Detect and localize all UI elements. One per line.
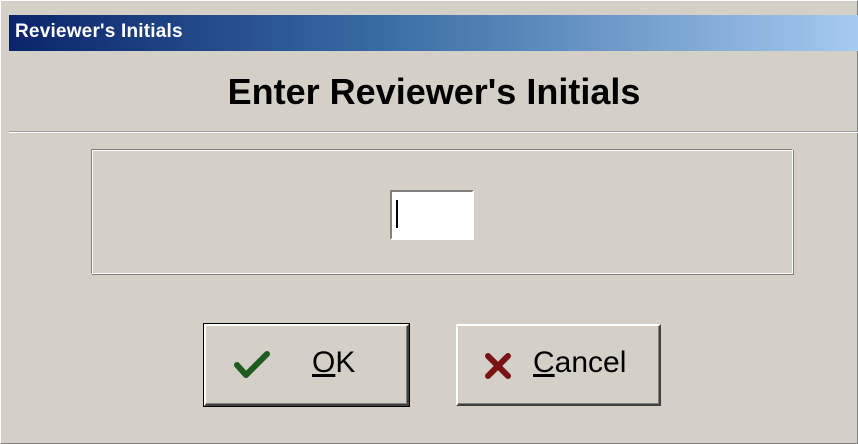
- cancel-mnemonic: C: [533, 346, 555, 379]
- header-band: Enter Reviewer's Initials: [9, 51, 858, 132]
- cancel-label-rest: ancel: [554, 346, 627, 379]
- text-caret: [396, 200, 398, 228]
- ok-button[interactable]: OK: [203, 323, 410, 407]
- ok-label-rest: K: [335, 346, 356, 379]
- x-icon: [483, 352, 513, 388]
- ok-button-label: OK: [312, 346, 355, 380]
- title-bar[interactable]: Reviewer's Initials: [9, 15, 858, 51]
- window-title: Reviewer's Initials: [15, 21, 183, 42]
- dialog-heading: Enter Reviewer's Initials: [227, 71, 641, 112]
- input-panel: [91, 149, 793, 274]
- dialog-window: Reviewer's Initials Enter Reviewer's Ini…: [0, 0, 858, 444]
- checkmark-icon: [234, 350, 270, 388]
- ok-mnemonic: O: [312, 346, 336, 379]
- initials-input[interactable]: [390, 190, 474, 240]
- cancel-button[interactable]: Cancel: [456, 324, 661, 406]
- cancel-button-label: Cancel: [533, 346, 626, 380]
